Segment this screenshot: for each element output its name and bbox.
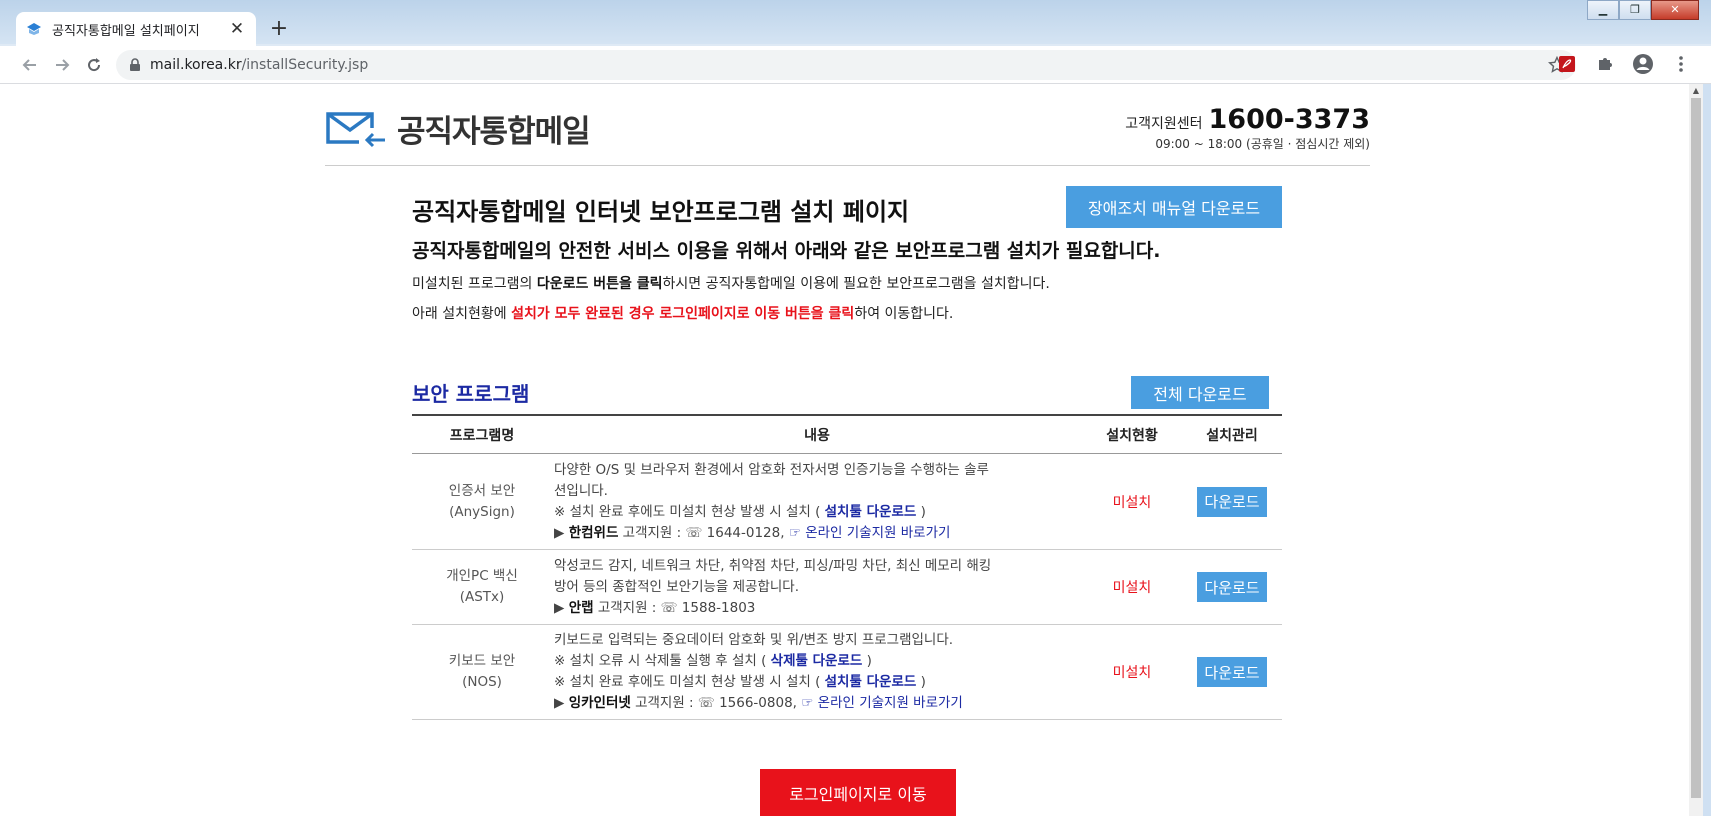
mail-logo-icon: [326, 111, 385, 147]
new-tab-icon[interactable]: +: [266, 16, 292, 42]
program-description: 악성코드 감지, 네트워크 차단, 취약점 차단, 피싱/파밍 차단, 최신 메…: [554, 557, 992, 616]
page-subtitle: 공직자통합메일의 안전한 서비스 이용을 위해서 아래와 같은 보안프로그램 설…: [412, 240, 1161, 262]
browser-toolbar: mail.korea.kr/installSecurity.jsp: [0, 46, 1711, 84]
header-install-status: 설치현황: [1106, 427, 1158, 444]
header-install-manage: 설치관리: [1206, 427, 1258, 444]
download-button-nos[interactable]: 다운로드: [1197, 657, 1267, 687]
program-name: 개인PC 백신 (ASTx): [446, 568, 518, 605]
install-status: 미설치: [1112, 494, 1152, 511]
online-support-link[interactable]: ☞ 온라인 기술지원 바로가기: [789, 525, 951, 541]
header-description: 내용: [804, 427, 830, 444]
intro-section: 공직자통합메일 인터넷 보안프로그램 설치 페이지 장애조치 매뉴얼 다운로드 …: [412, 186, 1282, 336]
download-button-astx[interactable]: 다운로드: [1197, 572, 1267, 602]
install-tool-download-link[interactable]: 설치툴 다운로드: [825, 504, 917, 520]
install-status: 미설치: [1112, 580, 1152, 596]
scroll-thumb[interactable]: [1691, 98, 1701, 798]
support-phone: 1600-3373: [1208, 104, 1371, 135]
download-all-button[interactable]: 전체 다운로드: [1131, 376, 1269, 409]
security-section-title: 보안 프로그램: [412, 382, 530, 406]
address-bar[interactable]: mail.korea.kr/installSecurity.jsp: [116, 50, 1576, 80]
security-program-table: 프로그램명 내용 설치현황 설치관리 인증서 보안 (AnySign) 다양한 O…: [412, 414, 1282, 720]
scroll-up-icon[interactable]: ▲: [1689, 84, 1703, 98]
download-button-anysign[interactable]: 다운로드: [1197, 486, 1267, 517]
intro-line-2: 아래 설치현황에 설치가 모두 완료된 경우 로그인페이지로 이동 버튼을 클릭…: [412, 306, 954, 322]
url-text: mail.korea.kr/installSecurity.jsp: [150, 57, 369, 73]
window-close-icon[interactable]: ✕: [1651, 0, 1699, 20]
table-header: 프로그램명 내용 설치현황 설치관리: [412, 416, 1282, 454]
page-title: 공직자통합메일 인터넷 보안프로그램 설치 페이지: [412, 198, 910, 226]
browser-tab[interactable]: 공직자통합메일 설치페이지 ✕: [16, 12, 256, 46]
table-row-nos: 키보드 보안 (NOS) 키보드로 입력되는 중요데이터 암호화 및 위/변조 방…: [412, 625, 1282, 720]
header-program-name: 프로그램명: [449, 427, 515, 444]
install-tool-download-link[interactable]: 설치툴 다운로드: [825, 674, 917, 690]
install-status: 미설치: [1112, 665, 1152, 681]
support-hours: 09:00 ~ 18:00 (공휴일 · 점심시간 제외): [1155, 137, 1370, 151]
uninstall-tool-download-link[interactable]: 삭제툴 다운로드: [771, 653, 863, 669]
support-center: 고객지원센터 1600-3373 09:00 ~ 18:00 (공휴일 · 점심…: [1125, 104, 1370, 152]
vertical-scrollbar[interactable]: ▲: [1689, 84, 1703, 816]
tab-strip: 공직자통합메일 설치페이지 ✕ + ▁ ❐ ✕: [0, 0, 1711, 46]
table-row-anysign: 인증서 보안 (AnySign) 다양한 O/S 및 브라우저 환경에서 암호화 …: [412, 454, 1282, 550]
puzzle-extensions-icon[interactable]: [1591, 50, 1619, 78]
profile-avatar-icon[interactable]: [1629, 50, 1657, 78]
logo-text: 공직자통합메일: [397, 114, 591, 150]
table-row-astx: 개인PC 백신 (ASTx) 악성코드 감지, 네트워크 차단, 취약점 차단, …: [412, 550, 1282, 625]
minimize-icon[interactable]: ▁: [1587, 0, 1619, 20]
program-name: 키보드 보안 (NOS): [448, 653, 516, 690]
lock-icon: [130, 58, 140, 71]
window-frame: [1703, 84, 1711, 816]
manual-download-button[interactable]: 장애조치 매뉴얼 다운로드: [1066, 186, 1282, 228]
extension-icons: [1553, 50, 1695, 78]
forward-icon[interactable]: [46, 49, 78, 81]
window-controls: ▁ ❐ ✕: [1587, 0, 1699, 20]
close-tab-icon[interactable]: ✕: [228, 19, 246, 39]
pdf-extension-icon[interactable]: [1553, 50, 1581, 78]
mail-favicon-icon: [27, 23, 41, 35]
program-description: 키보드로 입력되는 중요데이터 암호화 및 위/변조 방지 프로그램입니다. ※…: [554, 632, 963, 711]
maximize-icon[interactable]: ❐: [1619, 0, 1651, 20]
tab-title: 공직자통합메일 설치페이지: [52, 23, 200, 39]
program-description: 다양한 O/S 및 브라우저 환경에서 암호화 전자서명 인증기능을 수행하는 …: [554, 461, 989, 541]
page-viewport: 공직자통합메일 고객지원센터 1600-3373 09:00 ~ 18:00 (…: [0, 84, 1689, 816]
reload-icon[interactable]: [78, 49, 110, 81]
go-to-login-button[interactable]: 로그인페이지로 이동: [760, 769, 956, 816]
support-label: 고객지원센터: [1125, 116, 1203, 132]
menu-kebab-icon[interactable]: [1667, 50, 1695, 78]
program-name: 인증서 보안 (AnySign): [448, 482, 516, 520]
back-icon[interactable]: [14, 49, 46, 81]
online-support-link[interactable]: ☞ 온라인 기술지원 바로가기: [801, 695, 963, 711]
site-logo[interactable]: 공직자통합메일: [325, 106, 591, 151]
intro-line-1: 미설치된 프로그램의 다운로드 버튼을 클릭하시면 공직자통합메일 이용에 필요…: [412, 276, 1050, 292]
site-header: 공직자통합메일 고객지원센터 1600-3373 09:00 ~ 18:00 (…: [325, 104, 1370, 166]
browser-window: 공직자통합메일 설치페이지 ✕ + ▁ ❐ ✕ mail.korea.kr/in…: [0, 0, 1711, 816]
